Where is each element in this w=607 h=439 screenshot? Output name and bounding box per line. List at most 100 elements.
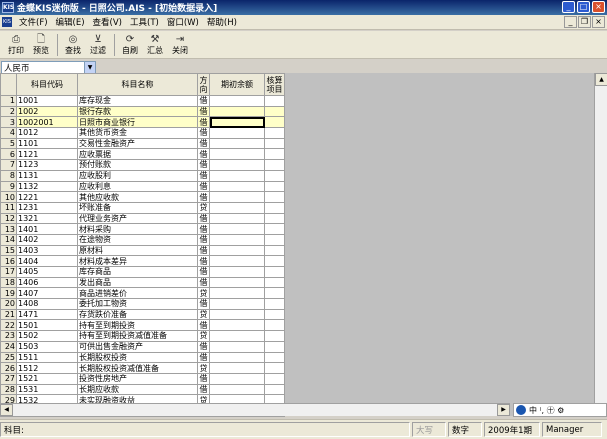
- balance-cell[interactable]: [209, 298, 265, 310]
- table-row[interactable]: 14 1402 在途物资借: [0, 233, 285, 246]
- mdi-close-button[interactable]: ×: [592, 16, 605, 28]
- table-row[interactable]: 23 1502 持有至到期投资减值准备贷: [0, 330, 285, 342]
- balance-cell[interactable]: [209, 244, 265, 257]
- check-cell[interactable]: [264, 159, 285, 171]
- menu-view[interactable]: 查看(V): [89, 16, 126, 28]
- menu-edit[interactable]: 编辑(E): [52, 16, 89, 28]
- filter-button[interactable]: ⊻ 过滤: [86, 32, 110, 58]
- check-cell[interactable]: [264, 191, 285, 203]
- table-row[interactable]: 12 1321 代理业务资产借: [0, 212, 285, 225]
- column-header-name[interactable]: 科目名称: [77, 73, 198, 96]
- column-header-code[interactable]: 科目代码: [16, 73, 78, 96]
- balance-cell[interactable]: [209, 191, 265, 203]
- table-row[interactable]: 11 1231 坏账准备贷: [0, 201, 285, 214]
- table-row[interactable]: 6 1121 应收票据借: [0, 148, 285, 161]
- check-cell[interactable]: [264, 319, 285, 332]
- balance-cell[interactable]: [209, 276, 265, 289]
- scroll-right-icon[interactable]: ▶: [497, 404, 510, 416]
- table-row[interactable]: 3 1002001 日照市商业银行借: [0, 116, 285, 129]
- print-button[interactable]: ⎙ 打印: [4, 32, 28, 58]
- check-cell[interactable]: [264, 148, 285, 161]
- menu-tools[interactable]: 工具(T): [126, 16, 163, 28]
- balance-cell[interactable]: [209, 266, 265, 278]
- scroll-left-icon[interactable]: ◀: [0, 404, 13, 416]
- check-cell[interactable]: [264, 276, 285, 289]
- check-cell[interactable]: [264, 266, 285, 278]
- balance-cell[interactable]: [209, 372, 265, 385]
- close-window-button[interactable]: ⇥ 关闭: [168, 32, 192, 58]
- balance-cell[interactable]: [209, 319, 265, 332]
- close-button[interactable]: ×: [592, 1, 605, 13]
- table-row[interactable]: 25 1511 长期股权投资借: [0, 351, 285, 364]
- balance-cell[interactable]: [209, 116, 265, 129]
- check-cell[interactable]: [264, 169, 285, 182]
- balance-cell[interactable]: [209, 308, 265, 321]
- balance-cell[interactable]: [209, 212, 265, 225]
- scroll-up-icon[interactable]: ▲: [595, 73, 607, 86]
- vertical-scrollbar[interactable]: ▲: [594, 73, 607, 403]
- mdi-minimize-button[interactable]: _: [564, 16, 577, 28]
- check-cell[interactable]: [264, 255, 285, 267]
- table-row[interactable]: 26 1512 长期股权投资减值准备贷: [0, 362, 285, 374]
- table-row[interactable]: 24 1503 可供出售金融资产借: [0, 340, 285, 353]
- column-header-direction[interactable]: 方向: [197, 73, 210, 96]
- check-cell[interactable]: [264, 127, 285, 139]
- table-row[interactable]: 20 1408 委托加工物资借: [0, 298, 285, 310]
- balance-cell[interactable]: [209, 383, 265, 396]
- balance-cell[interactable]: [209, 159, 265, 171]
- table-row[interactable]: 16 1404 材料成本差异借: [0, 255, 285, 267]
- preview-button[interactable]: 🗋 预览: [29, 32, 53, 58]
- balance-cell[interactable]: [209, 351, 265, 364]
- check-cell[interactable]: [264, 298, 285, 310]
- chevron-down-icon[interactable]: ▼: [84, 62, 95, 73]
- check-cell[interactable]: [264, 287, 285, 300]
- table-row[interactable]: 15 1403 原材料借: [0, 244, 285, 257]
- check-cell[interactable]: [264, 383, 285, 396]
- balance-cell[interactable]: [209, 169, 265, 182]
- balance-cell[interactable]: [209, 95, 265, 107]
- check-cell[interactable]: [264, 137, 285, 150]
- balance-cell[interactable]: [209, 340, 265, 353]
- table-row[interactable]: 5 1101 交易性金融资产借: [0, 137, 285, 150]
- balance-cell[interactable]: [209, 223, 265, 235]
- balance-cell[interactable]: [209, 255, 265, 267]
- check-cell[interactable]: [264, 372, 285, 385]
- check-cell[interactable]: [264, 105, 285, 118]
- table-row[interactable]: 17 1405 库存商品借: [0, 266, 285, 278]
- table-row[interactable]: 4 1012 其他货币资金借: [0, 127, 285, 139]
- document-icon[interactable]: KIS: [2, 17, 12, 27]
- balance-cell[interactable]: [209, 201, 265, 214]
- table-row[interactable]: 27 1521 投资性房地产借: [0, 372, 285, 385]
- table-row[interactable]: 21 1471 存货跌价准备贷: [0, 308, 285, 321]
- menu-help[interactable]: 帮助(H): [203, 16, 241, 28]
- table-row[interactable]: 13 1401 材料采购借: [0, 223, 285, 235]
- minimize-button[interactable]: _: [562, 1, 575, 13]
- maximize-button[interactable]: □: [577, 1, 590, 13]
- balance-cell[interactable]: [209, 330, 265, 342]
- check-cell[interactable]: [264, 223, 285, 235]
- table-row[interactable]: 18 1406 发出商品借: [0, 276, 285, 289]
- table-row[interactable]: 9 1132 应收利息借: [0, 180, 285, 193]
- check-cell[interactable]: [264, 116, 285, 129]
- column-header-check[interactable]: 核算项目: [264, 73, 285, 96]
- menu-window[interactable]: 窗口(W): [163, 16, 203, 28]
- find-button[interactable]: ◎ 查找: [61, 32, 85, 58]
- table-row[interactable]: 8 1131 应收股利借: [0, 169, 285, 182]
- table-row[interactable]: 28 1531 长期应收款借: [0, 383, 285, 396]
- table-row[interactable]: 2 1002 银行存款借: [0, 105, 285, 118]
- balance-cell[interactable]: [209, 180, 265, 193]
- check-cell[interactable]: [264, 308, 285, 321]
- refresh-button[interactable]: ⟳ 自刷: [118, 32, 142, 58]
- check-cell[interactable]: [264, 362, 285, 374]
- summary-button[interactable]: ⚒ 汇总: [143, 32, 167, 58]
- check-cell[interactable]: [264, 244, 285, 257]
- mdi-restore-button[interactable]: ❐: [578, 16, 591, 28]
- balance-cell[interactable]: [209, 137, 265, 150]
- column-header-balance[interactable]: 期初余额: [209, 73, 265, 96]
- horizontal-scrollbar[interactable]: ◀ ▶: [0, 403, 510, 416]
- check-cell[interactable]: [264, 351, 285, 364]
- ime-toolbar[interactable]: 中 ⁾, ㊉ ⚙: [513, 403, 607, 417]
- menu-file[interactable]: 文件(F): [15, 16, 52, 28]
- check-cell[interactable]: [264, 180, 285, 193]
- balance-cell[interactable]: [209, 127, 265, 139]
